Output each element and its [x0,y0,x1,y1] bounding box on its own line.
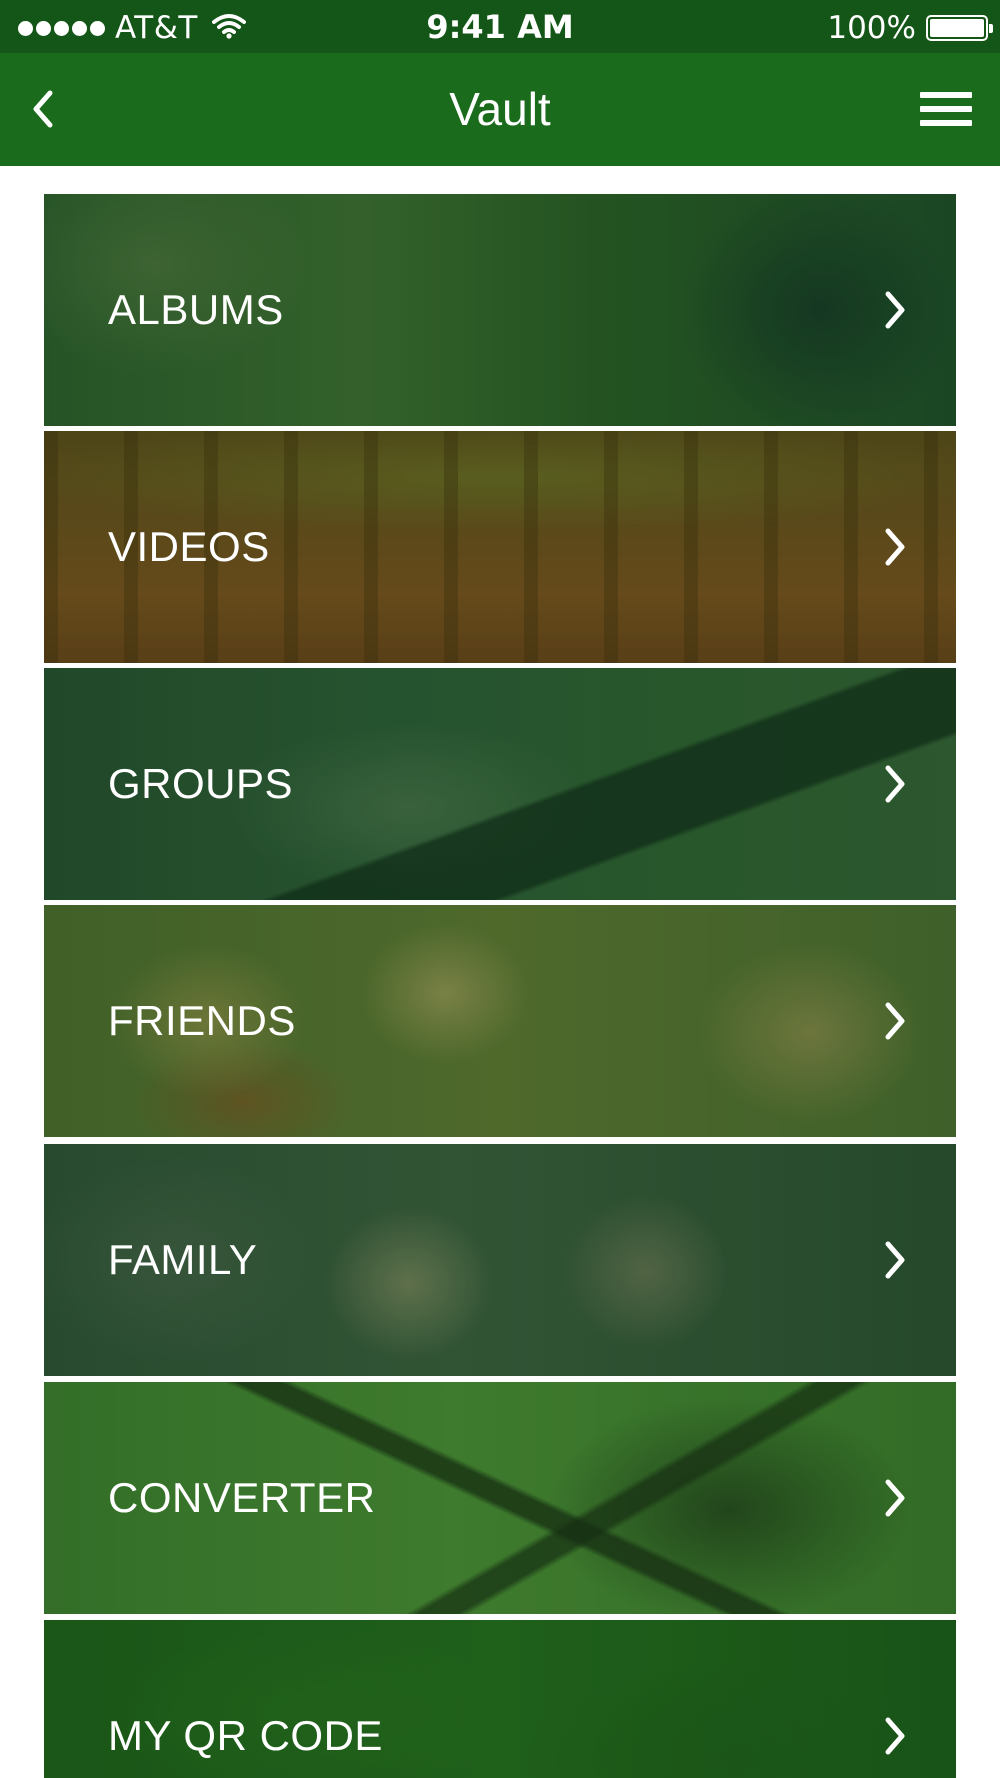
hamburger-menu-button[interactable] [920,87,972,131]
menu-item-groups[interactable]: GROUPS [44,668,956,900]
menu-item-label: ALBUMS [108,286,284,333]
menu-item-converter[interactable]: CONVERTER [44,1382,956,1614]
menu-item-label: GROUPS [108,760,294,807]
chevron-right-icon [885,1717,905,1755]
navigation-bar: Vault [0,53,1000,166]
status-bar: AT&T 9:41 AM 100% [0,0,1000,53]
chevron-right-icon [885,1479,905,1517]
menu-item-friends[interactable]: FRIENDS [44,905,956,1137]
chevron-right-icon [885,1241,905,1279]
page-title: Vault [449,83,551,135]
menu-item-label: VIDEOS [108,523,270,570]
chevron-right-icon [885,765,905,803]
status-right: 100% [827,8,993,48]
menu-item-label: CONVERTER [108,1474,376,1521]
chevron-right-icon [885,1002,905,1040]
hamburger-menu-icon [920,92,972,98]
menu-item-my-qr-code[interactable]: MY QR CODE [44,1620,956,1778]
chevron-right-icon [885,528,905,566]
battery-percentage: 100% [827,10,916,46]
chevron-right-icon [885,291,905,329]
battery-full-icon [926,15,993,41]
menu-item-label: FAMILY [108,1236,258,1283]
menu-item-videos[interactable]: VIDEOS [44,431,956,663]
menu-item-label: MY QR CODE [108,1712,383,1759]
menu-item-family[interactable]: FAMILY [44,1144,956,1376]
menu-item-albums[interactable]: ALBUMS [44,194,956,426]
menu-item-label: FRIENDS [108,997,296,1044]
